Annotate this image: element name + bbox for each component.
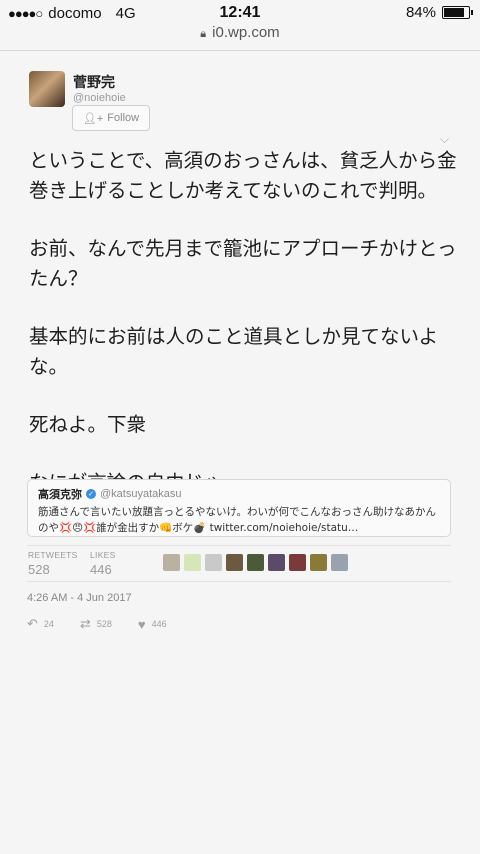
quoted-text-line: 筋通さんで言いたい放題言っとるやないけ。わいが何でこんなおっさん助けなあかん: [38, 506, 436, 518]
follow-button[interactable]: 👤︎+ Follow: [72, 105, 150, 131]
retweet-icon: ⇄: [79, 616, 91, 631]
tweet-timestamp[interactable]: 4:26 AM - 4 Jun 2017: [27, 592, 132, 604]
liker-avatar[interactable]: [310, 554, 327, 571]
tweet-paragraph: 基本的にお前は人のこと道具としか見てないよな。: [29, 325, 439, 378]
liker-avatar[interactable]: [205, 554, 222, 571]
likes-count: 446: [90, 562, 112, 577]
header-divider: [0, 50, 480, 51]
status-bar: ●●●●○ docomo 4G 12:41 84%: [0, 0, 480, 26]
like-action-count: 446: [151, 619, 167, 629]
liker-avatar[interactable]: [226, 554, 243, 571]
retweets-label: RETWEETS: [28, 550, 78, 560]
retweet-action-count: 528: [96, 619, 112, 629]
heart-icon: ♥: [137, 616, 146, 632]
reply-icon: ↶: [27, 616, 38, 631]
quoted-text-line: のや💢😠💢誰が金出すか👊ボケ💣 twitter.com/noiehoie/sta…: [38, 522, 359, 534]
tweet-text: ということで、高須のおっさんは、貧乏人から金巻き上げることしか考えてないのこれで…: [29, 146, 459, 526]
tweet-paragraph: ということで、高須のおっさんは、貧乏人から金巻き上げることしか考えてないのこれで…: [29, 149, 457, 202]
quoted-tweet[interactable]: 高須克弥 ✓ @katsuyatakasu 筋通さんで言いたい放題言っとるやない…: [27, 479, 451, 537]
author-name[interactable]: 菅野完: [73, 72, 115, 92]
url-bar[interactable]: 🔒︎ i0.wp.com: [0, 24, 480, 46]
reply-button[interactable]: ↶ 24: [27, 616, 54, 632]
liker-avatar[interactable]: [247, 554, 264, 571]
liker-avatar[interactable]: [331, 554, 348, 571]
likes-stat[interactable]: LIKES 446: [90, 550, 116, 577]
url-text: i0.wp.com: [212, 24, 280, 41]
battery-icon: [442, 6, 473, 19]
quoted-tweet-text: 筋通さんで言いたい放題言っとるやないけ。わいが何でこんなおっさん助けなあかん の…: [38, 504, 440, 536]
liker-avatar[interactable]: [268, 554, 285, 571]
tweet-paragraph: 死ねよ。下衆: [29, 413, 147, 436]
tweet-actions: ↶ 24 ⇄ 528 ♥ 446: [27, 616, 193, 632]
tweet-paragraph: お前、なんで先月まで籠池にアプローチかけとったん？: [29, 237, 457, 290]
status-right: 84%: [405, 4, 473, 21]
liker-avatar[interactable]: [289, 554, 306, 571]
author-handle[interactable]: @noiehoie: [73, 92, 126, 104]
retweets-count: 528: [28, 562, 50, 577]
retweet-button[interactable]: ⇄ 528: [80, 616, 112, 632]
liker-avatars: [163, 554, 348, 571]
add-user-icon: 👤︎+: [82, 112, 104, 125]
like-button[interactable]: ♥ 446: [138, 617, 167, 632]
quoted-author-name: 高須克弥: [38, 488, 82, 501]
follow-label: Follow: [107, 112, 140, 124]
chevron-down-icon[interactable]: ⌵: [440, 132, 449, 147]
retweets-stat[interactable]: RETWEETS 528: [28, 550, 78, 577]
stats-divider-bottom: [27, 581, 451, 582]
stats-divider-top: [27, 545, 451, 546]
quoted-author-handle: @katsuyatakasu: [100, 488, 182, 500]
quoted-tweet-header: 高須克弥 ✓ @katsuyatakasu: [38, 486, 440, 502]
reply-count: 24: [43, 619, 54, 629]
likes-label: LIKES: [90, 550, 116, 560]
lock-icon: 🔒︎: [200, 28, 207, 40]
liker-avatar[interactable]: [163, 554, 180, 571]
liker-avatar[interactable]: [184, 554, 201, 571]
battery-percent: 84%: [405, 4, 436, 21]
verified-icon: ✓: [86, 489, 96, 499]
avatar[interactable]: [29, 71, 65, 107]
